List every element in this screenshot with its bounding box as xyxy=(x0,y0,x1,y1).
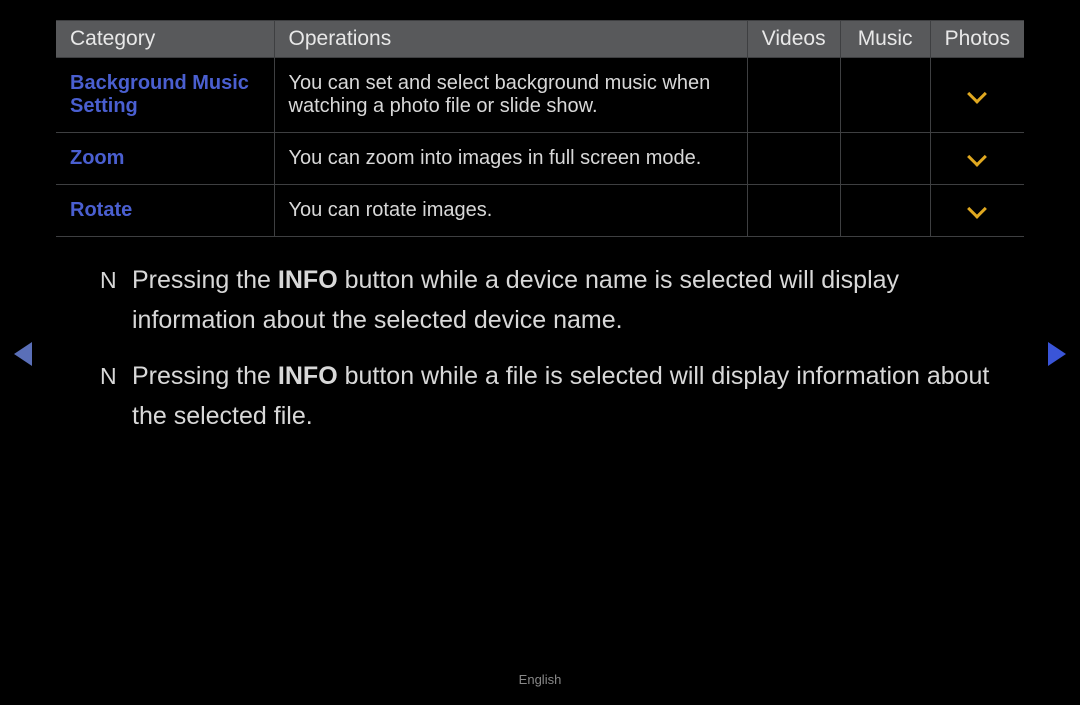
table-row: Zoom You can zoom into images in full sc… xyxy=(56,133,1024,185)
cell-music xyxy=(840,58,930,133)
cell-category: Background Music Setting xyxy=(56,58,274,133)
notes-area: N Pressing the INFO button while a devic… xyxy=(100,260,1020,452)
cell-photos xyxy=(930,133,1024,185)
cell-category: Zoom xyxy=(56,133,274,185)
check-icon xyxy=(967,84,987,104)
cell-category: Rotate xyxy=(56,185,274,237)
cell-operations: You can rotate images. xyxy=(274,185,747,237)
note-item: N Pressing the INFO button while a file … xyxy=(100,356,1020,436)
note-bullet-icon: N xyxy=(100,262,117,299)
next-page-arrow-icon[interactable] xyxy=(1048,342,1066,366)
prev-page-arrow-icon[interactable] xyxy=(14,342,32,366)
cell-videos xyxy=(747,58,840,133)
header-category: Category xyxy=(56,21,274,58)
operations-table: Category Operations Videos Music Photos … xyxy=(56,20,1024,237)
table-row: Rotate You can rotate images. xyxy=(56,185,1024,237)
header-operations: Operations xyxy=(274,21,747,58)
note-item: N Pressing the INFO button while a devic… xyxy=(100,260,1020,340)
note-text-pre: Pressing the xyxy=(132,362,278,390)
cell-videos xyxy=(747,133,840,185)
table-header-row: Category Operations Videos Music Photos xyxy=(56,21,1024,58)
note-text-bold: INFO xyxy=(278,362,338,390)
cell-photos xyxy=(930,185,1024,237)
cell-music xyxy=(840,185,930,237)
operations-table-wrap: Category Operations Videos Music Photos … xyxy=(56,20,1024,237)
check-icon xyxy=(967,147,987,167)
cell-operations: You can zoom into images in full screen … xyxy=(274,133,747,185)
cell-operations: You can set and select background music … xyxy=(274,58,747,133)
check-icon xyxy=(967,199,987,219)
note-bullet-icon: N xyxy=(100,358,117,395)
note-text-bold: INFO xyxy=(278,266,338,294)
table-row: Background Music Setting You can set and… xyxy=(56,58,1024,133)
note-text-pre: Pressing the xyxy=(132,266,278,294)
footer-language: English xyxy=(0,672,1080,687)
cell-videos xyxy=(747,185,840,237)
header-photos: Photos xyxy=(930,21,1024,58)
cell-photos xyxy=(930,58,1024,133)
header-videos: Videos xyxy=(747,21,840,58)
cell-music xyxy=(840,133,930,185)
header-music: Music xyxy=(840,21,930,58)
